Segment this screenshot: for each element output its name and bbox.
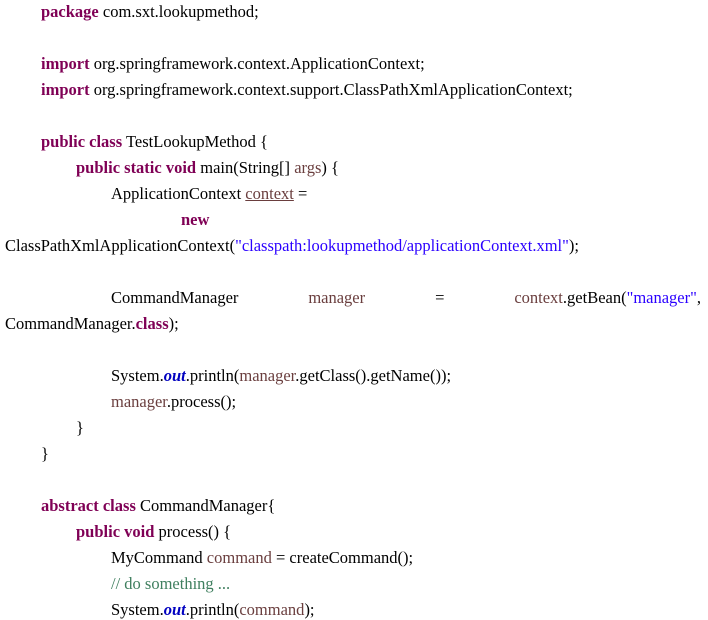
static-field: out xyxy=(163,600,186,619)
code-text: .println( xyxy=(185,366,240,385)
variable: manager xyxy=(308,288,366,307)
code-line-println: System.out.println(manager.getClass().ge… xyxy=(111,366,451,386)
code-text: CommandManager{ xyxy=(135,496,276,515)
code-text: com.sxt.lookupmethod; xyxy=(98,2,259,21)
keyword: public class xyxy=(41,132,123,151)
code-text: = createCommand(); xyxy=(271,548,414,567)
keyword: import xyxy=(41,54,90,73)
code-text: org.springframework.context.ApplicationC… xyxy=(89,54,425,73)
code-text: MyCommand xyxy=(111,548,207,567)
code-line-abstract-class: abstract class CommandManager{ xyxy=(41,496,275,516)
keyword: public void xyxy=(76,522,155,541)
code-line-process-call: manager.process(); xyxy=(111,392,236,412)
keyword: package xyxy=(41,2,99,21)
code-line-new: new xyxy=(181,210,209,230)
variable: command xyxy=(239,600,305,619)
code-line-constructor-call: ClassPathXmlApplicationContext("classpat… xyxy=(5,236,579,256)
variable: manager xyxy=(111,392,167,411)
code-text: , xyxy=(696,288,701,307)
code-text: ApplicationContext xyxy=(111,184,246,203)
code-text: .getBean( xyxy=(562,288,627,307)
code-text: ); xyxy=(568,236,579,255)
code-text: = xyxy=(435,288,445,307)
variable: command xyxy=(206,548,272,567)
string-literal: "classpath:lookupmethod/applicationConte… xyxy=(235,236,569,255)
code-text: .process(); xyxy=(166,392,237,411)
code-line-getbean: CommandManager manager = context.getBean… xyxy=(111,288,701,308)
code-text: main(String[] xyxy=(196,158,295,177)
code-line-close-brace: } xyxy=(76,418,84,438)
code-text: System. xyxy=(111,600,164,619)
code-line-package: package com.sxt.lookupmethod; xyxy=(41,2,259,22)
code-line-context-declaration: ApplicationContext context = xyxy=(111,184,307,204)
code-line-close-brace: } xyxy=(41,444,49,464)
code-text: ); xyxy=(304,600,315,619)
code-text: CommandManager xyxy=(111,288,239,307)
code-text: } xyxy=(41,444,49,463)
string-literal: "manager" xyxy=(626,288,697,307)
variable: context xyxy=(245,184,294,203)
code-line-create-command: MyCommand command = createCommand(); xyxy=(111,548,413,568)
code-line-import: import org.springframework.context.Appli… xyxy=(41,54,425,74)
code-text: ); xyxy=(168,314,179,333)
variable: args xyxy=(294,158,322,177)
static-field: out xyxy=(163,366,186,385)
variable: context xyxy=(514,288,563,307)
code-text: TestLookupMethod { xyxy=(122,132,268,151)
keyword: class xyxy=(135,314,169,333)
code-line-println-command: System.out.println(command); xyxy=(111,600,315,620)
code-text: ClassPathXmlApplicationContext( xyxy=(5,236,236,255)
keyword: import xyxy=(41,80,90,99)
code-line-process-method: public void process() { xyxy=(76,522,231,542)
code-line-class-literal: CommandManager.class); xyxy=(5,314,179,334)
code-line-comment: // do something ... xyxy=(111,574,230,594)
getbean-call: context.getBean("manager", xyxy=(514,288,701,308)
code-text: } xyxy=(76,418,84,437)
code-text: .getClass().getName()); xyxy=(295,366,452,385)
variable: manager xyxy=(239,366,296,385)
keyword: public static void xyxy=(76,158,197,177)
code-text: ) { xyxy=(321,158,339,177)
code-listing: package com.sxt.lookupmethod; import org… xyxy=(0,0,708,619)
code-line-class-declaration: public class TestLookupMethod { xyxy=(41,132,268,152)
code-text: CommandManager. xyxy=(5,314,136,333)
code-text: process() { xyxy=(154,522,232,541)
keyword: abstract class xyxy=(41,496,136,515)
code-text: System. xyxy=(111,366,164,385)
code-text: = xyxy=(293,184,308,203)
code-line-main-method: public static void main(String[] args) { xyxy=(76,158,339,178)
keyword: new xyxy=(181,210,210,229)
comment: // do something ... xyxy=(111,574,231,593)
code-line-import: import org.springframework.context.suppo… xyxy=(41,80,573,100)
code-text: .println( xyxy=(185,600,240,619)
code-text: org.springframework.context.support.Clas… xyxy=(89,80,573,99)
